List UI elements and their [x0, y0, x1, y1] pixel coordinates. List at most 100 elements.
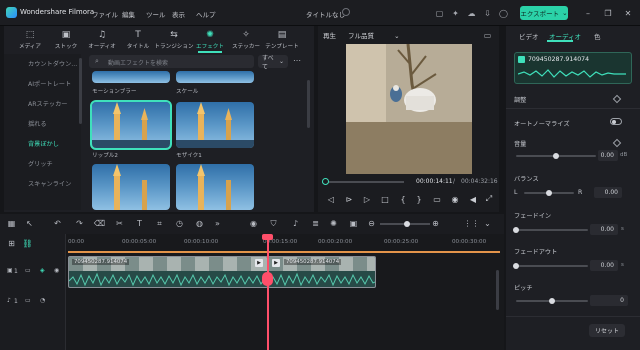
notification-icon[interactable]: ▢	[434, 8, 445, 18]
chevron-down-icon[interactable]: ⌄	[482, 218, 493, 229]
maximize-icon[interactable]: ❐	[602, 7, 614, 19]
link-icon[interactable]: ⛓	[22, 238, 33, 249]
cut-icon[interactable]: ✂	[114, 218, 125, 229]
playback-progress-track[interactable]	[322, 181, 404, 183]
tab-templates[interactable]: ▤ テンプレート	[264, 30, 300, 52]
tab-color[interactable]: 色	[594, 31, 601, 41]
menu-edit[interactable]: 編集	[122, 9, 135, 19]
auto-normalize-toggle[interactable]	[610, 118, 622, 125]
fade-out-slider-knob[interactable]	[513, 263, 519, 269]
quality-dropdown[interactable]: フル品質 ⌄	[348, 30, 400, 40]
sidebar-item-ai-portrait[interactable]: AIポートレート	[0, 74, 77, 92]
effect-thumb-mosaic1[interactable]	[176, 102, 254, 148]
balance-slider-knob[interactable]	[546, 190, 552, 196]
tab-stickers[interactable]: ✧ ステッカー	[228, 30, 264, 52]
display-icon[interactable]: ▭	[432, 194, 442, 204]
tab-effects[interactable]: ✺ エフェクト	[192, 30, 228, 52]
redo-icon[interactable]: ↷	[74, 218, 85, 229]
crop-icon[interactable]: ⌗	[154, 218, 165, 229]
render-icon[interactable]: ◉	[248, 218, 259, 229]
layout-icon[interactable]: ▦	[6, 218, 17, 229]
balance-value[interactable]: 0.00	[594, 187, 622, 198]
download-icon[interactable]: ⇩	[482, 8, 493, 18]
play-icon[interactable]: ▶	[272, 259, 280, 267]
camera-icon[interactable]: ◉	[450, 194, 460, 204]
text-tool-icon[interactable]: T	[134, 218, 145, 229]
sidebar-item-ar-sticker[interactable]: ARステッカー	[0, 94, 77, 112]
menu-file[interactable]: ファイル	[92, 9, 118, 19]
close-icon[interactable]: ✕	[622, 7, 634, 19]
cloud-icon[interactable]: ☁	[466, 8, 477, 18]
ai-icon[interactable]: ✺	[328, 218, 339, 229]
sidebar-item-background-blur[interactable]: 背景ぼかし	[0, 134, 77, 152]
stop-icon[interactable]: □	[380, 194, 390, 204]
volume-icon[interactable]: ◀	[468, 194, 478, 204]
more-options-icon[interactable]: ⋯	[293, 56, 301, 65]
zoom-slider-knob[interactable]	[404, 221, 410, 227]
effect-thumb-4[interactable]	[176, 164, 254, 210]
effect-thumb-scale[interactable]	[176, 71, 254, 83]
mark-in-icon[interactable]: {	[398, 194, 408, 204]
add-track-icon[interactable]: ⊞	[6, 238, 17, 249]
effect-thumb-motion-blur[interactable]	[92, 71, 170, 83]
playhead-handle[interactable]	[262, 234, 273, 240]
player-tab-play[interactable]: 再生	[323, 30, 336, 40]
effect-thumb-ripple2[interactable]	[90, 100, 172, 150]
split-marker-icon[interactable]	[262, 272, 273, 286]
microphone-icon[interactable]: ♪	[290, 218, 301, 229]
sidebar-scrollbar[interactable]	[79, 58, 82, 124]
folder-icon[interactable]: ▭	[25, 267, 31, 274]
gift-icon[interactable]: ✦	[450, 8, 461, 18]
sidebar-item-glitch[interactable]: グリッチ	[0, 154, 77, 172]
eye-icon[interactable]: ◉	[54, 267, 59, 274]
play-icon[interactable]: ▶	[255, 259, 263, 267]
video-preview[interactable]	[346, 44, 472, 174]
lock-icon[interactable]: ◔	[40, 297, 45, 304]
fade-in-slider-track[interactable]	[516, 229, 588, 231]
image-icon[interactable]: ▣	[348, 218, 359, 229]
previous-frame-icon[interactable]: ◁	[326, 194, 336, 204]
export-button[interactable]: エクスポート ⌄	[520, 6, 568, 20]
sidebar-item-scanline[interactable]: スキャンライン	[0, 174, 77, 192]
delete-icon[interactable]: ⌫	[94, 218, 105, 229]
tab-titles[interactable]: T タイトル	[120, 30, 156, 52]
fade-out-slider-track[interactable]	[516, 265, 588, 267]
fade-in-slider-knob[interactable]	[513, 227, 519, 233]
playhead[interactable]	[267, 236, 269, 350]
timeline-scrollbar[interactable]	[496, 270, 499, 310]
grid-icon[interactable]: ⋮⋮	[464, 218, 480, 229]
snapshot-icon[interactable]: ▭	[482, 30, 493, 40]
color-icon[interactable]: ◍	[194, 218, 205, 229]
select-tool-icon[interactable]: ↖	[24, 218, 35, 229]
more-tools-icon[interactable]: »	[212, 218, 223, 229]
tab-transitions[interactable]: ⇆ トランジション	[154, 30, 193, 52]
minimize-icon[interactable]: –	[582, 7, 594, 19]
mark-out-icon[interactable]: }	[414, 194, 424, 204]
tab-media[interactable]: ⬚ メディア	[12, 30, 48, 52]
account-icon[interactable]: ◯	[498, 8, 509, 18]
volume-value[interactable]: 0.00	[598, 150, 618, 161]
list-icon[interactable]: ≣	[310, 218, 321, 229]
menu-help[interactable]: ヘルプ	[196, 9, 216, 19]
folder-icon[interactable]: ▭	[25, 297, 31, 304]
fade-in-value[interactable]: 0.00	[590, 224, 618, 235]
play-icon[interactable]: ▷	[362, 194, 372, 204]
zoom-in-icon[interactable]: ⊕	[430, 218, 441, 229]
audio-toggle-icon[interactable]: ◈	[40, 267, 45, 274]
pitch-value[interactable]: 0	[590, 295, 628, 306]
fade-out-value[interactable]: 0.00	[590, 260, 618, 271]
tab-video[interactable]: ビデオ	[519, 31, 539, 41]
tab-audio[interactable]: ♫ オーディオ	[84, 30, 120, 52]
tab-stock[interactable]: ▣ ストック	[48, 30, 84, 52]
menu-view[interactable]: 表示	[172, 9, 185, 19]
fullscreen-icon[interactable]: ⤢	[484, 194, 494, 204]
filter-dropdown[interactable]: すべて ⌄	[258, 55, 288, 71]
sidebar-item-countdown[interactable]: カウントダウン...	[0, 54, 77, 72]
effects-scrollbar[interactable]	[307, 80, 310, 128]
shield-icon[interactable]: ⛉	[268, 218, 279, 229]
sidebar-item-shake[interactable]: 揺れる	[0, 114, 77, 132]
pitch-slider-knob[interactable]	[549, 298, 555, 304]
menu-tools[interactable]: ツール	[146, 9, 166, 19]
effect-thumb-3[interactable]	[92, 164, 170, 210]
undo-icon[interactable]: ↶	[52, 218, 63, 229]
